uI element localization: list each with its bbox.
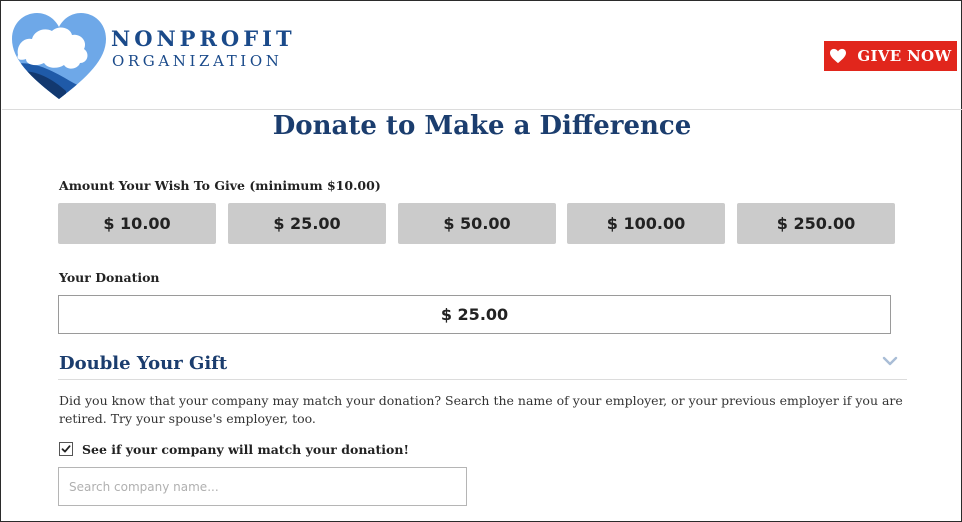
donation-label: Your Donation <box>59 270 160 285</box>
section-divider <box>58 379 907 380</box>
amount-option-25[interactable]: $ 25.00 <box>228 203 386 244</box>
give-now-button[interactable]: GIVE NOW <box>824 41 957 71</box>
site-header: NONPROFIT ORGANIZATION GIVE NOW <box>2 2 962 110</box>
match-checkbox-label[interactable]: See if your company will match your dona… <box>82 442 409 457</box>
brand-name-line1: NONPROFIT <box>111 26 296 51</box>
give-now-label: GIVE NOW <box>857 47 952 65</box>
donation-amount-field[interactable]: $ 25.00 <box>58 295 891 334</box>
amount-label: Amount Your Wish To Give (minimum $10.00… <box>59 178 381 193</box>
checkmark-icon <box>61 445 71 453</box>
company-search-input[interactable] <box>58 467 467 506</box>
page-frame: NONPROFIT ORGANIZATION GIVE NOW Donate t… <box>0 0 962 522</box>
double-gift-description: Did you know that your company may match… <box>59 393 903 426</box>
heart-icon <box>830 48 847 64</box>
brand-name-line2: ORGANIZATION <box>112 52 283 70</box>
amount-option-50[interactable]: $ 50.00 <box>398 203 556 244</box>
heart-cloud-logo[interactable] <box>10 11 108 101</box>
match-checkbox[interactable] <box>59 442 73 456</box>
amount-option-100[interactable]: $ 100.00 <box>567 203 725 244</box>
double-gift-title: Double Your Gift <box>59 353 228 374</box>
amount-option-10[interactable]: $ 10.00 <box>58 203 216 244</box>
chevron-down-icon[interactable] <box>882 355 898 367</box>
page-title: Donate to Make a Difference <box>272 111 692 141</box>
amount-option-250[interactable]: $ 250.00 <box>737 203 895 244</box>
